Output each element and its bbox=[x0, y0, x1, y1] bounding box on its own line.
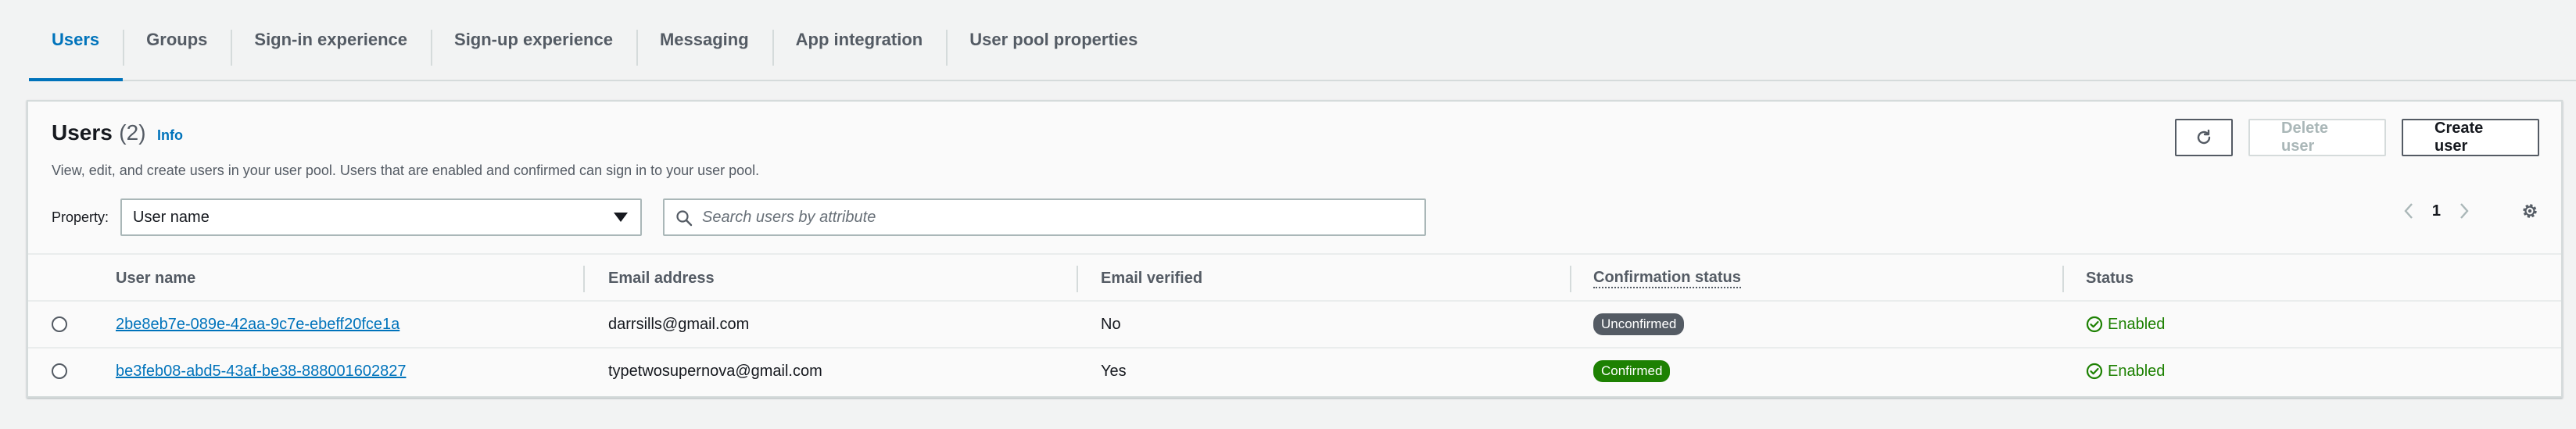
row-radio[interactable] bbox=[52, 363, 67, 379]
tab-app-integration[interactable]: App integration bbox=[772, 0, 947, 80]
user-name-cell: 2be8eb7e-089e-42aa-9c7e-ebeff20fce1a bbox=[116, 302, 399, 347]
search-input[interactable] bbox=[702, 208, 1424, 227]
column-label: Email verified bbox=[1101, 269, 1203, 287]
column-label: Status bbox=[2086, 269, 2134, 287]
status-cell: Enabled bbox=[2086, 349, 2165, 394]
column-divider[interactable] bbox=[1570, 266, 1571, 292]
column-header-email[interactable]: Email address bbox=[608, 255, 715, 302]
column-label: User name bbox=[116, 269, 196, 287]
status-indicator: Enabled bbox=[2086, 363, 2165, 381]
column-divider[interactable] bbox=[583, 266, 585, 292]
refresh-button[interactable] bbox=[2175, 119, 2233, 156]
users-panel: Users (2) Info View, edit, and create us… bbox=[27, 100, 2563, 398]
column-label: Email address bbox=[608, 269, 715, 287]
property-label: Property: bbox=[52, 209, 109, 225]
tab-label: Users bbox=[52, 30, 100, 49]
status-text: Enabled bbox=[2108, 362, 2166, 380]
column-header-status[interactable]: Status bbox=[2086, 255, 2134, 302]
row-select-cell bbox=[52, 349, 67, 394]
property-select[interactable]: User name bbox=[120, 198, 642, 236]
table-header: User name Email address Email verified C… bbox=[28, 253, 2561, 302]
create-user-button[interactable]: Create user bbox=[2402, 119, 2539, 156]
tab-sign-in-experience[interactable]: Sign-in experience bbox=[231, 0, 431, 80]
column-divider[interactable] bbox=[1077, 266, 1078, 292]
table-row[interactable]: be3feb08-abd5-43af-be38-888001602827 typ… bbox=[28, 349, 2561, 395]
email-cell: darrsills@gmail.com bbox=[608, 315, 750, 333]
gear-icon[interactable] bbox=[2520, 202, 2539, 220]
chevron-right-icon[interactable] bbox=[2458, 202, 2470, 220]
status-indicator: Enabled bbox=[2086, 316, 2165, 334]
status-text: Enabled bbox=[2108, 315, 2166, 333]
column-label: Confirmation status bbox=[1593, 269, 1741, 288]
panel-header: Users (2) Info bbox=[52, 120, 183, 145]
tab-label: Groups bbox=[146, 30, 208, 49]
confirmation-status-cell: Unconfirmed bbox=[1593, 302, 1685, 347]
tab-label: Sign-in experience bbox=[254, 30, 408, 49]
user-name-cell: be3feb08-abd5-43af-be38-888001602827 bbox=[116, 349, 406, 394]
status-cell: Enabled bbox=[2086, 302, 2165, 347]
search-field[interactable] bbox=[663, 198, 1426, 236]
tab-user-pool-properties[interactable]: User pool properties bbox=[946, 0, 1161, 80]
chevron-left-icon[interactable] bbox=[2402, 202, 2415, 220]
tab-groups[interactable]: Groups bbox=[123, 0, 231, 80]
panel-description: View, edit, and create users in your use… bbox=[52, 163, 760, 178]
search-icon bbox=[676, 210, 693, 227]
user-name-link[interactable]: 2be8eb7e-089e-42aa-9c7e-ebeff20fce1a bbox=[116, 316, 399, 334]
tab-label: Messaging bbox=[659, 30, 749, 49]
info-link[interactable]: Info bbox=[157, 127, 183, 143]
tab-sign-up-experience[interactable]: Sign-up experience bbox=[431, 0, 636, 80]
row-radio[interactable] bbox=[52, 316, 67, 332]
check-circle-icon bbox=[2086, 316, 2103, 333]
confirmation-status-cell: Confirmed bbox=[1593, 349, 1671, 394]
column-divider[interactable] bbox=[2062, 266, 2064, 292]
pagination: 1 bbox=[2402, 202, 2539, 220]
page-number[interactable]: 1 bbox=[2432, 202, 2441, 220]
page-title: Users bbox=[52, 120, 113, 145]
email-cell: typetwosupernova@gmail.com bbox=[608, 362, 822, 380]
user-count: (2) bbox=[119, 120, 146, 145]
status-badge: Unconfirmed bbox=[1593, 313, 1685, 335]
user-name-link[interactable]: be3feb08-abd5-43af-be38-888001602827 bbox=[116, 363, 406, 381]
tab-label: App integration bbox=[795, 30, 923, 49]
tab-messaging[interactable]: Messaging bbox=[636, 0, 772, 80]
delete-user-button[interactable]: Delete user bbox=[2248, 119, 2386, 156]
header-actions: Delete user Create user bbox=[2175, 119, 2539, 156]
tab-bar: Users Groups Sign-in experience Sign-up … bbox=[29, 0, 2576, 81]
row-select-cell bbox=[52, 302, 67, 347]
column-header-user-name[interactable]: User name bbox=[116, 255, 195, 302]
column-header-confirmation-status[interactable]: Confirmation status bbox=[1593, 255, 1741, 302]
property-select-value: User name bbox=[133, 208, 210, 226]
tab-label: User pool properties bbox=[969, 30, 1138, 49]
column-header-email-verified[interactable]: Email verified bbox=[1101, 255, 1202, 302]
tab-users[interactable]: Users bbox=[29, 0, 124, 81]
email-verified-cell: No bbox=[1101, 315, 1121, 333]
refresh-icon bbox=[2197, 129, 2211, 145]
email-verified-cell: Yes bbox=[1101, 362, 1127, 380]
table-row[interactable]: 2be8eb7e-089e-42aa-9c7e-ebeff20fce1a dar… bbox=[28, 302, 2561, 349]
tab-label: Sign-up experience bbox=[454, 30, 613, 49]
caret-down-icon bbox=[614, 213, 628, 222]
check-circle-icon bbox=[2086, 363, 2103, 380]
status-badge: Confirmed bbox=[1593, 360, 1671, 382]
